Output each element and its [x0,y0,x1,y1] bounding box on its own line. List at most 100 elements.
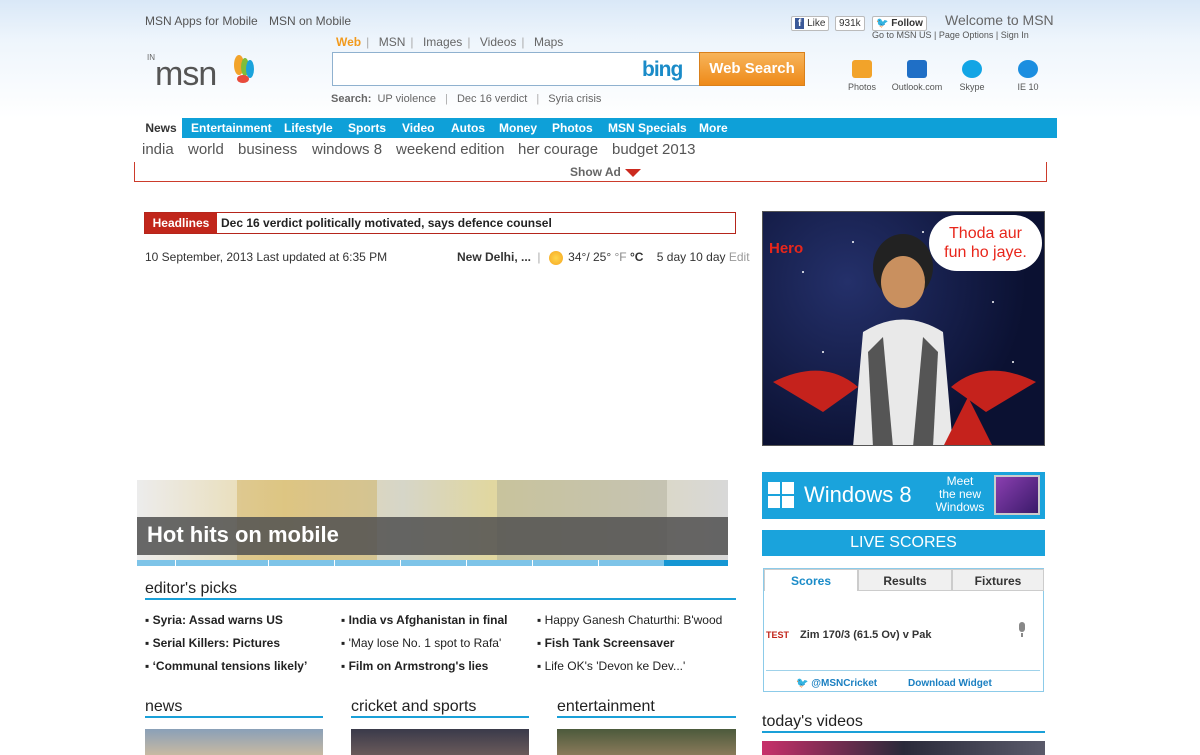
twitter-bird-icon: 🐦 [796,678,809,689]
suggestion-up-violence[interactable]: UP violence [377,93,436,105]
ie-icon [1018,60,1038,78]
subnav-her-courage[interactable]: her courage [518,141,598,158]
slider-pager-active [664,560,728,566]
search-tabs: Web | MSN | Images | Videos | Maps [336,35,564,49]
bing-logo: bing [642,58,683,81]
nav-sports[interactable]: Sports [348,118,386,138]
skype-icon [962,60,982,78]
todays-videos-heading[interactable]: today's videos [762,713,1045,733]
twitter-bird-icon: 🐦 [876,18,889,29]
hero-ad-banner[interactable]: Hero Thoda aur fun ho jaye. [762,211,1045,446]
twitter-follow-button[interactable]: 🐦 Follow [872,13,927,31]
twitter-msncricket-link[interactable]: 🐦 @MSNCricket [796,678,877,689]
nav-autos[interactable]: Autos [451,118,485,138]
weather-edit-link[interactable]: Edit [729,250,750,264]
news-thumbnail[interactable] [145,729,323,755]
facebook-count: 931k [835,13,865,31]
cricket-sports-heading[interactable]: cricket and sports [351,698,529,718]
subnav-business[interactable]: business [238,141,297,158]
forecast-5day-link[interactable]: 5 day [657,250,686,264]
unit-f-toggle[interactable]: °F [614,250,626,264]
list-item[interactable]: ▪ Syria: Assad warns US [145,613,283,627]
microphone-icon[interactable] [1017,622,1027,638]
welcome-text: Welcome to MSN [945,12,1054,28]
facebook-like-button[interactable]: f Like [791,13,830,31]
msn-apps-mobile-link[interactable]: MSN Apps for Mobile [145,14,258,28]
show-ad-toggle[interactable]: Show Ad [570,165,641,179]
tab-videos[interactable]: Videos [480,35,516,49]
nav-money[interactable]: Money [499,118,537,138]
video-thumbnail[interactable] [762,741,1045,755]
nav-photos[interactable]: Photos [552,118,593,138]
tab-fixtures[interactable]: Fixtures [952,569,1044,591]
headline-text[interactable]: Dec 16 verdict politically motivated, sa… [221,216,552,230]
unit-c-toggle[interactable]: °C [630,250,643,264]
windows-logo-icon [768,482,796,510]
suggestion-dec16[interactable]: Dec 16 verdict [457,93,527,105]
nav-video[interactable]: Video [402,118,434,138]
download-widget-link[interactable]: Download Widget [908,678,992,689]
subnav-windows8[interactable]: windows 8 [312,141,382,158]
subnav-india[interactable]: india [142,141,174,158]
nav-news[interactable]: News [140,118,182,138]
sign-in-link[interactable]: Sign In [1001,30,1029,40]
slider-pager[interactable] [137,560,728,566]
windows-tile-icon [994,475,1040,515]
tray-photos[interactable]: Photos [832,60,892,92]
entertainment-thumbnail[interactable] [557,729,736,755]
go-to-msn-us-link[interactable]: Go to MSN US [872,30,932,40]
headline-ticker[interactable]: Headlines Dec 16 verdict politically mot… [144,212,736,234]
subnav-world[interactable]: world [188,141,224,158]
subnav-budget-2013[interactable]: budget 2013 [612,141,695,158]
tray-outlook[interactable]: Outlook.com [887,60,947,92]
sports-thumbnail[interactable] [351,729,529,755]
speech-bubble: Thoda aur fun ho jaye. [929,215,1042,271]
tray-ie10[interactable]: IE 10 [998,60,1058,92]
dateline: 10 September, 2013 Last updated at 6:35 … [145,250,388,264]
list-item[interactable]: ▪ ‘Communal tensions likely’ [145,659,307,673]
weather-city[interactable]: New Delhi, ... [457,250,531,264]
tray-skype[interactable]: Skype [942,60,1002,92]
entertainment-heading[interactable]: entertainment [557,698,736,718]
suggestion-syria[interactable]: Syria crisis [548,93,601,105]
tab-web[interactable]: Web [336,35,361,49]
forecast-10day-link[interactable]: 10 day [689,250,725,264]
tab-images[interactable]: Images [423,35,462,49]
account-links: Go to MSN US | Page Options | Sign In [872,30,1029,40]
list-item[interactable]: ▪ India vs Afghanistan in final [341,613,508,627]
list-item[interactable]: ▪ 'May lose No. 1 spot to Rafa' [341,636,501,650]
list-item[interactable]: ▪ Film on Armstrong's lies [341,659,488,673]
tab-results[interactable]: Results [858,569,952,591]
slider-caption[interactable]: Hot hits on mobile [147,522,339,548]
list-item[interactable]: ▪ Serial Killers: Pictures [145,636,280,650]
nav-lifestyle[interactable]: Lifestyle [284,118,333,138]
weather-widget: New Delhi, ... | 34°/ 25° °F °C 5 day 10… [457,250,750,265]
match-score[interactable]: Zim 170/3 (61.5 Ov) v Pak [800,629,931,641]
score-divider [766,670,1040,671]
region-label: IN [147,53,155,62]
partly-sunny-icon [548,250,563,265]
tab-maps[interactable]: Maps [534,35,563,49]
news-heading[interactable]: news [145,698,323,718]
weather-temps: 34°/ 25° [568,250,612,264]
test-badge: TEST [766,630,790,640]
list-item[interactable]: ▪ Life OK's 'Devon ke Dev...' [537,659,685,673]
subnav-weekend-edition[interactable]: weekend edition [396,141,504,158]
list-item[interactable]: ▪ Happy Ganesh Chaturthi: B'wood [537,613,722,627]
tab-scores[interactable]: Scores [764,569,858,591]
nav-more[interactable]: More [699,118,728,138]
list-item[interactable]: ▪ Fish Tank Screensaver [537,636,674,650]
hero-slider[interactable]: Hot hits on mobile [137,480,728,560]
page-options-link[interactable]: Page Options [939,30,994,40]
nav-entertainment[interactable]: Entertainment [191,118,272,138]
nav-msn-specials[interactable]: MSN Specials [608,118,687,138]
butterfly-icon [234,55,254,83]
outlook-icon [907,60,927,78]
tab-msn[interactable]: MSN [379,35,406,49]
msn-on-mobile-link[interactable]: MSN on Mobile [269,14,351,28]
photos-icon [852,60,872,78]
windows8-banner[interactable]: Windows 8 Meet the new Windows [762,472,1045,519]
msn-logo[interactable]: msn [155,55,254,94]
facebook-icon: f [795,18,805,29]
web-search-button[interactable]: Web Search [699,52,805,86]
